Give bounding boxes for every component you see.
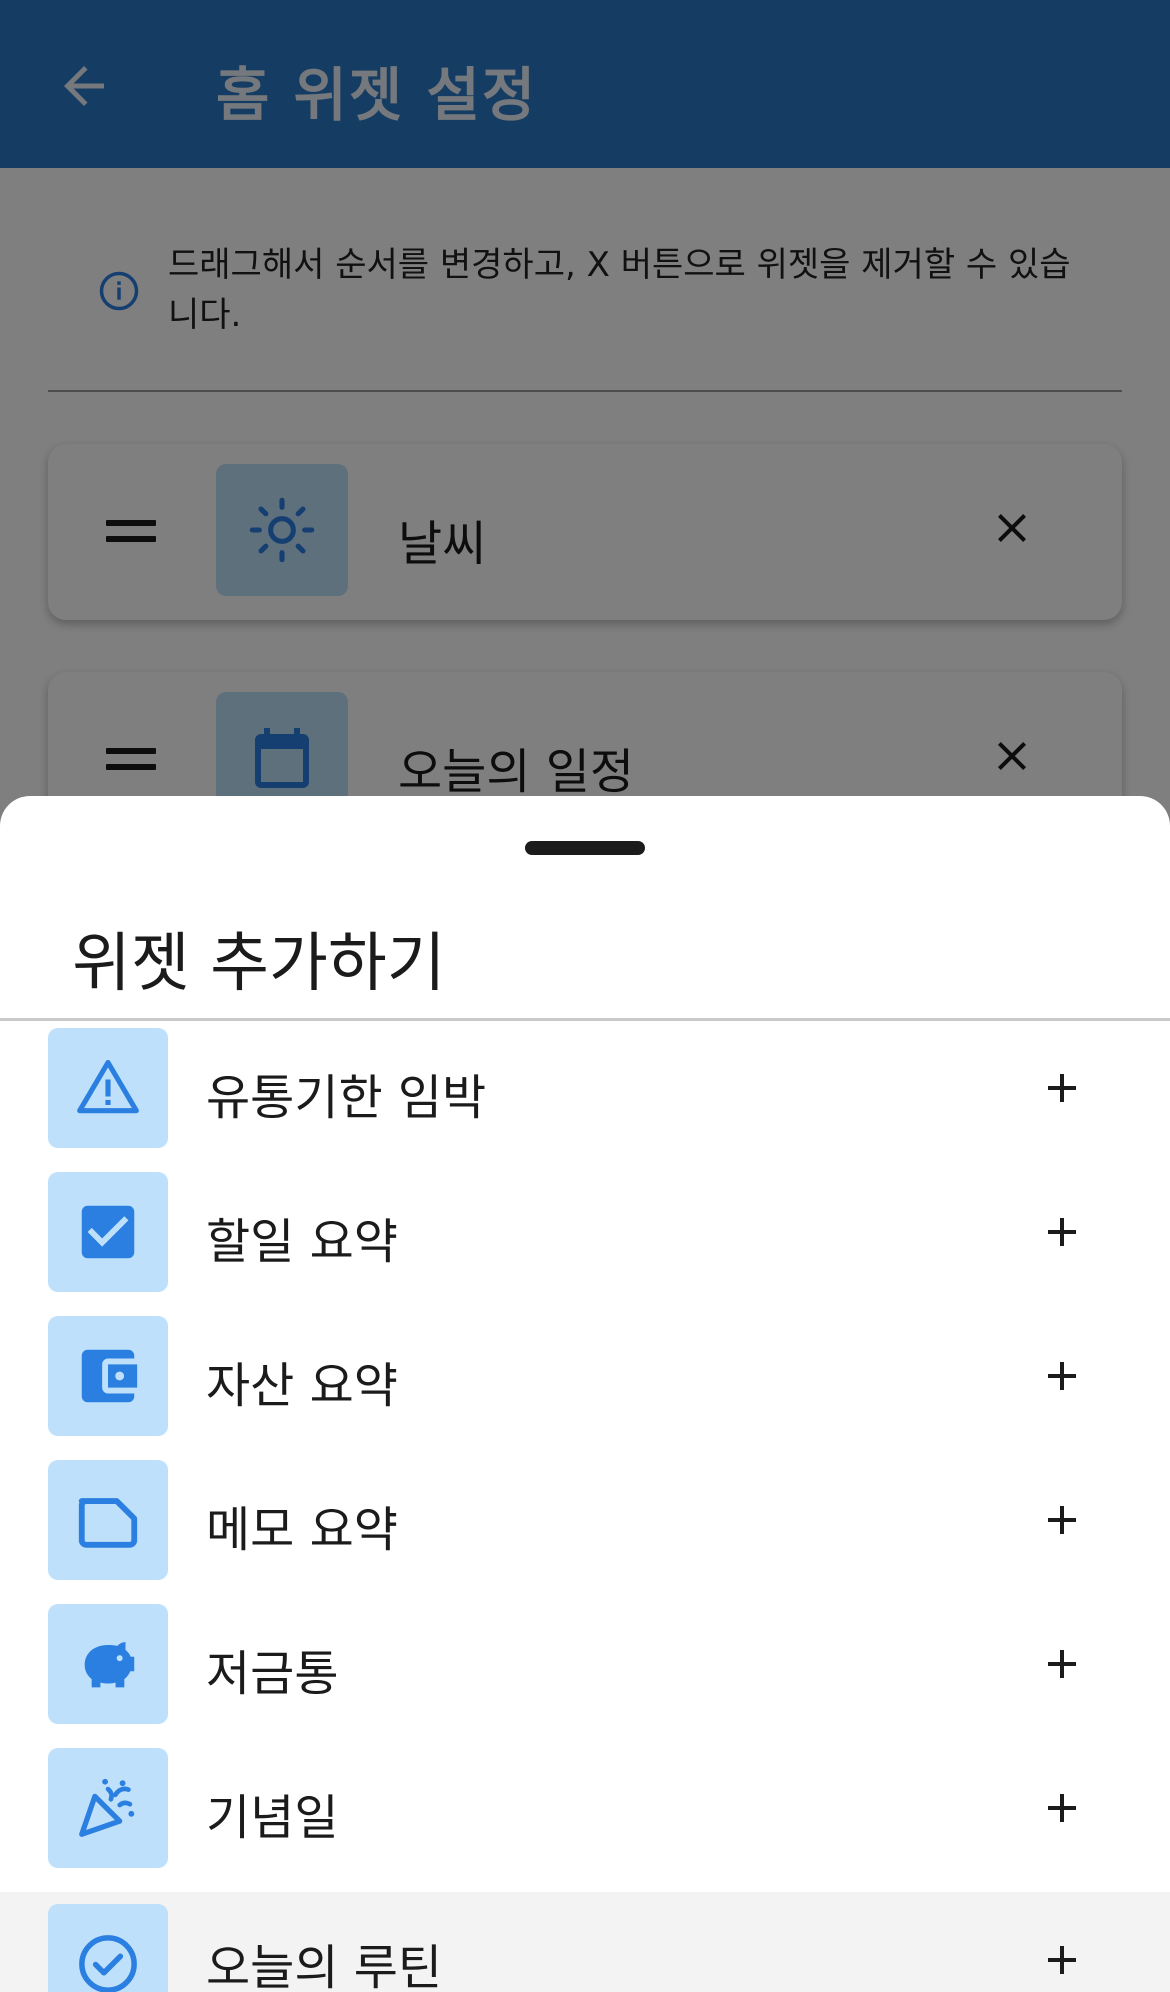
widget-tile <box>48 1316 168 1436</box>
celebration-icon <box>79 1778 135 1837</box>
widget-option-label: 저금통 <box>206 1646 339 1702</box>
widget-tile <box>48 1604 168 1724</box>
widget-option-label: 메모 요약 <box>206 1502 398 1558</box>
widget-option-label: 할일 요약 <box>206 1214 398 1270</box>
widget-tile <box>48 1904 168 1992</box>
list-item[interactable]: 저금통 <box>0 1604 1170 1748</box>
widget-option-label: 오늘의 루틴 <box>206 1940 443 1992</box>
widget-tile <box>48 1172 168 1292</box>
add-icon[interactable] <box>1038 1208 1086 1256</box>
list-item[interactable]: 자산 요약 <box>0 1316 1170 1460</box>
widget-tile <box>48 1028 168 1148</box>
widget-tile <box>48 1748 168 1868</box>
add-icon[interactable] <box>1038 1936 1086 1984</box>
wallet-icon <box>81 1349 138 1403</box>
check-circle-icon <box>79 1935 137 1992</box>
list-item[interactable]: 기념일 <box>0 1748 1170 1892</box>
add-widget-bottom-sheet: 위젯 추가하기 유통기한 임박 할일 요약 자산 요약 메모 요약 저금통 기념… <box>0 796 1170 1992</box>
note-icon <box>78 1498 138 1548</box>
add-icon[interactable] <box>1038 1496 1086 1544</box>
widget-option-label: 기념일 <box>206 1790 339 1846</box>
widget-option-label: 자산 요약 <box>206 1358 398 1414</box>
warning-icon <box>77 1059 139 1114</box>
add-icon[interactable] <box>1038 1640 1086 1688</box>
list-item[interactable]: 할일 요약 <box>0 1172 1170 1316</box>
piggy-bank-icon <box>84 1642 135 1688</box>
add-icon[interactable] <box>1038 1064 1086 1112</box>
sheet-title: 위젯 추가하기 <box>72 927 446 1001</box>
checkbox-icon <box>81 1205 135 1259</box>
list-item[interactable]: 메모 요약 <box>0 1460 1170 1604</box>
widget-option-label: 유통기한 임박 <box>206 1070 487 1126</box>
divider <box>0 1018 1170 1021</box>
sheet-drag-handle[interactable] <box>525 841 645 855</box>
list-item[interactable]: 오늘의 루틴 <box>0 1892 1170 1992</box>
widget-tile <box>48 1460 168 1580</box>
list-item[interactable]: 유통기한 임박 <box>0 1028 1170 1172</box>
add-icon[interactable] <box>1038 1784 1086 1832</box>
add-icon[interactable] <box>1038 1352 1086 1400</box>
